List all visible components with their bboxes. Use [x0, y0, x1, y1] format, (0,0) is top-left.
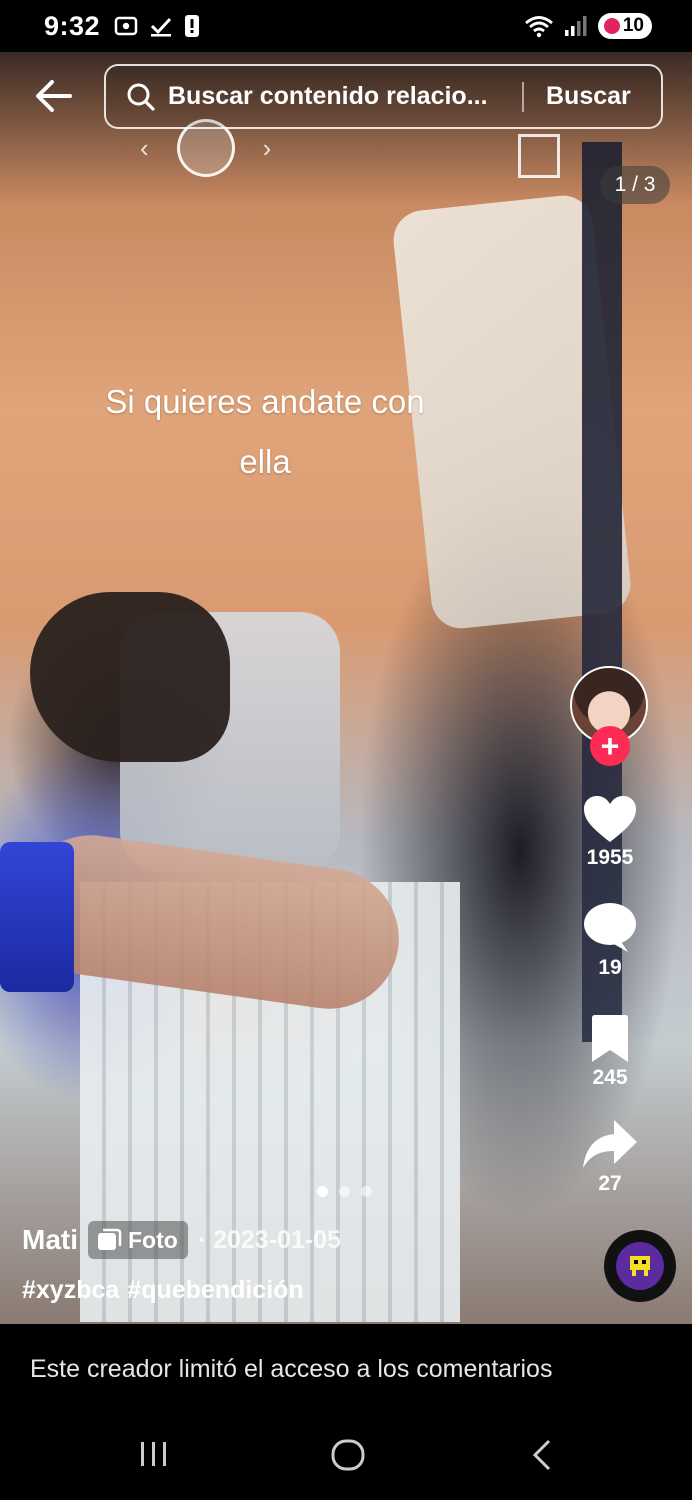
wifi-icon — [524, 16, 553, 38]
photo-type-label: Foto — [128, 1226, 178, 1253]
share-count: 27 — [598, 1172, 622, 1195]
search-icon — [127, 83, 155, 111]
photo-type-badge: Foto — [88, 1221, 188, 1259]
slide-indicator — [317, 1186, 372, 1197]
photo-phone — [0, 842, 74, 992]
chevron-right-icon: › — [262, 132, 272, 163]
status-right: 10 — [524, 13, 652, 39]
battery-level: 10 — [622, 15, 644, 36]
battery-indicator: 10 — [597, 13, 652, 39]
comment-icon[interactable] — [582, 902, 638, 954]
photo-mode-icon — [98, 1228, 122, 1250]
photo-square — [518, 134, 560, 178]
system-nav-bar — [0, 1414, 692, 1500]
comments-restricted-notice: Este creador limitó el acceso a los come… — [0, 1324, 692, 1414]
comment-count: 19 — [598, 956, 622, 979]
slide-dot-3[interactable] — [361, 1186, 372, 1197]
hashtag-list: #xyzbca #quebendición — [22, 1276, 304, 1305]
share-arrow-icon[interactable] — [581, 1118, 639, 1170]
clock: 9:32 — [44, 10, 101, 41]
creator-avatar-wrap[interactable]: + — [570, 666, 650, 766]
like-action[interactable]: 1955 — [578, 794, 642, 870]
top-bar: Buscar contenido relacio... Buscar — [0, 64, 692, 130]
recent-apps-icon[interactable] — [138, 1438, 170, 1470]
search-divider — [522, 81, 524, 112]
page-counter: 1 / 3 — [600, 166, 670, 204]
music-cover-icon — [616, 1242, 664, 1290]
battery-saver-icon — [603, 18, 620, 34]
check-icon — [150, 17, 172, 37]
author-name[interactable]: Mati — [22, 1224, 78, 1256]
status-left: 9:32 — [44, 11, 200, 42]
save-count: 245 — [592, 1066, 628, 1089]
comment-action[interactable]: 19 — [578, 902, 642, 980]
photo-overlay-text: Si quieres andate con ella — [60, 372, 470, 492]
follow-button[interactable]: + — [590, 726, 630, 766]
search-button[interactable]: Buscar — [546, 82, 631, 111]
search-placeholder: Buscar contenido relacio... — [168, 82, 488, 110]
screen-record-icon — [114, 16, 138, 36]
hashtag-link[interactable]: #quebendición — [127, 1276, 303, 1305]
pixel-character-icon — [630, 1256, 650, 1276]
bookmark-icon[interactable] — [588, 1014, 632, 1064]
back-arrow-icon[interactable] — [34, 78, 74, 114]
post-date: · 2023-01-05 — [197, 1225, 341, 1254]
overlay-line-1: Si quieres andate con — [105, 383, 425, 420]
overlay-line-2: ella — [239, 443, 291, 480]
share-action[interactable]: 27 — [578, 1118, 642, 1196]
author-row: Mati Foto · 2023-01-05 — [22, 1220, 341, 1260]
hashtag-link[interactable]: #xyzbca — [22, 1276, 119, 1305]
home-icon[interactable] — [330, 1438, 366, 1472]
status-icons-left — [114, 14, 200, 38]
music-disc[interactable] — [604, 1230, 676, 1302]
search-input[interactable]: Buscar contenido relacio... Buscar — [104, 64, 663, 129]
heart-icon[interactable] — [582, 794, 638, 844]
status-bar: 9:32 10 — [0, 0, 692, 52]
like-count: 1955 — [586, 846, 634, 869]
photo-hair — [30, 592, 230, 762]
chevron-left-icon: ‹ — [140, 132, 149, 163]
alert-icon — [185, 15, 200, 37]
signal-icon — [564, 16, 587, 36]
slide-dot-2[interactable] — [339, 1186, 350, 1197]
back-nav-icon[interactable] — [530, 1438, 554, 1472]
save-action[interactable]: 245 — [578, 1014, 642, 1090]
slide-dot-1[interactable] — [317, 1186, 328, 1197]
